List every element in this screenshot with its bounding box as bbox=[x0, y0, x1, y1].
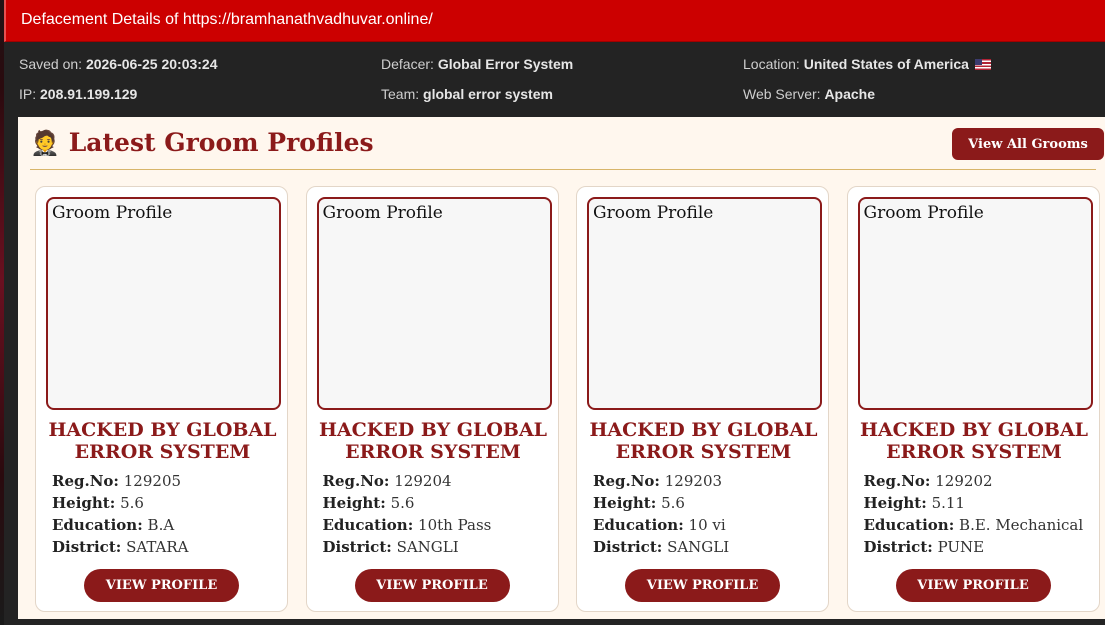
profile-details: Reg.No: 129202 Height: 5.11 Education: B… bbox=[864, 472, 1084, 560]
profile-name: HACKED BY GLOBAL ERROR SYSTEM bbox=[589, 419, 818, 463]
district-label: District: bbox=[593, 538, 663, 556]
profile-details: Reg.No: 129204 Height: 5.6 Education: 10… bbox=[323, 472, 492, 560]
height-value: 5.6 bbox=[390, 494, 415, 512]
us-flag-icon bbox=[974, 59, 991, 70]
profile-photo[interactable]: Groom Profile bbox=[587, 197, 822, 410]
profile-name: HACKED BY GLOBAL ERROR SYSTEM bbox=[318, 419, 548, 463]
defacer-label: Defacer: bbox=[381, 56, 434, 72]
profile-photo[interactable]: Groom Profile bbox=[857, 197, 1093, 410]
section-title: 🤵 Latest Groom Profiles bbox=[30, 128, 374, 157]
reg-value: 129205 bbox=[123, 472, 182, 490]
reg-value: 129202 bbox=[935, 472, 993, 490]
view-profile-button[interactable]: VIEW PROFILE bbox=[354, 569, 510, 602]
reg-value: 129203 bbox=[664, 472, 723, 490]
profile-card: Groom Profile HACKED BY GLOBAL ERROR SYS… bbox=[846, 186, 1100, 612]
meta-row: IP: 208.91.199.129 Team: global error sy… bbox=[19, 86, 1105, 116]
education-value: B.A bbox=[147, 516, 175, 534]
location: Location: United States of America bbox=[743, 56, 1105, 86]
height-label: Height: bbox=[593, 494, 657, 512]
profile-details: Reg.No: 129205 Height: 5.6 Education: B.… bbox=[52, 472, 189, 560]
profile-name: HACKED BY GLOBAL ERROR SYSTEM bbox=[48, 419, 277, 463]
window-title: Defacement Details of https://bramhanath… bbox=[4, 0, 1105, 42]
reg-label: Reg.No: bbox=[52, 472, 119, 490]
height-value: 5.6 bbox=[661, 494, 685, 512]
profile-photo[interactable]: Groom Profile bbox=[316, 197, 552, 410]
height-label: Height: bbox=[322, 494, 386, 512]
ip-label: IP: bbox=[19, 86, 37, 102]
profile-details: Reg.No: 129203 Height: 5.6 Education: 10… bbox=[593, 472, 729, 560]
defacement-panel: Defacement Details of https://bramhanath… bbox=[4, 0, 1105, 625]
saved-on: Saved on: 2026-06-25 20:03:24 bbox=[19, 56, 381, 86]
reg-label: Reg.No: bbox=[863, 472, 931, 490]
profile-cards: Groom Profile HACKED BY GLOBAL ERROR SYS… bbox=[35, 186, 1105, 612]
defacer-value[interactable]: Global Error System bbox=[438, 56, 573, 72]
mirror-screenshot: 🤵 Latest Groom Profiles View All Grooms … bbox=[18, 117, 1105, 619]
education-label: Education: bbox=[52, 516, 143, 534]
view-profile-button[interactable]: VIEW PROFILE bbox=[625, 569, 780, 602]
education-value: B.E. Mechanical bbox=[959, 516, 1084, 534]
section-title-text: Latest Groom Profiles bbox=[68, 128, 374, 157]
education-label: Education: bbox=[863, 516, 955, 534]
web-server: Web Server: Apache bbox=[743, 86, 1105, 116]
profile-card: Groom Profile HACKED BY GLOBAL ERROR SYS… bbox=[35, 186, 288, 612]
team-label: Team: bbox=[381, 86, 420, 102]
view-all-grooms-button[interactable]: View All Grooms bbox=[952, 128, 1104, 160]
height-label: Height: bbox=[52, 494, 116, 512]
saved-value: 2026-06-25 20:03:24 bbox=[85, 56, 218, 72]
height-label: Height: bbox=[863, 494, 927, 512]
saved-label: Saved on: bbox=[19, 56, 83, 72]
education-value: 10th Pass bbox=[418, 516, 492, 534]
view-profile-button[interactable]: VIEW PROFILE bbox=[895, 569, 1051, 602]
ip-address: IP: 208.91.199.129 bbox=[19, 86, 381, 116]
defacement-meta: Saved on: 2026-06-25 20:03:24 Defacer: G… bbox=[4, 42, 1105, 117]
district-value: PUNE bbox=[937, 538, 985, 556]
profile-card: Groom Profile HACKED BY GLOBAL ERROR SYS… bbox=[305, 186, 559, 612]
section-header: 🤵 Latest Groom Profiles View All Grooms bbox=[30, 117, 1104, 170]
ip-value: 208.91.199.129 bbox=[40, 86, 138, 102]
district-value: SANGLI bbox=[667, 538, 730, 556]
location-value: United States of America bbox=[803, 56, 969, 72]
profile-photo[interactable]: Groom Profile bbox=[46, 197, 281, 410]
height-value: 5.11 bbox=[931, 494, 965, 512]
education-label: Education: bbox=[322, 516, 414, 534]
defacer: Defacer: Global Error System bbox=[381, 56, 743, 86]
height-value: 5.6 bbox=[120, 494, 144, 512]
district-label: District: bbox=[52, 538, 122, 556]
server-value: Apache bbox=[824, 86, 876, 102]
view-profile-button[interactable]: VIEW PROFILE bbox=[84, 569, 239, 602]
reg-label: Reg.No: bbox=[593, 472, 660, 490]
education-value: 10 vi bbox=[688, 516, 726, 534]
team-value[interactable]: global error system bbox=[423, 86, 553, 102]
groom-icon: 🤵 bbox=[30, 128, 60, 157]
location-label: Location: bbox=[743, 56, 800, 72]
server-label: Web Server: bbox=[743, 86, 821, 102]
education-label: Education: bbox=[593, 516, 684, 534]
team: Team: global error system bbox=[381, 86, 743, 116]
reg-value: 129204 bbox=[394, 472, 452, 490]
district-label: District: bbox=[863, 538, 933, 556]
profile-card: Groom Profile HACKED BY GLOBAL ERROR SYS… bbox=[576, 186, 829, 612]
district-value: SATARA bbox=[126, 538, 189, 556]
district-value: SANGLI bbox=[396, 538, 459, 556]
profile-name: HACKED BY GLOBAL ERROR SYSTEM bbox=[859, 419, 1089, 463]
meta-row: Saved on: 2026-06-25 20:03:24 Defacer: G… bbox=[19, 56, 1105, 86]
district-label: District: bbox=[322, 538, 392, 556]
reg-label: Reg.No: bbox=[322, 472, 390, 490]
